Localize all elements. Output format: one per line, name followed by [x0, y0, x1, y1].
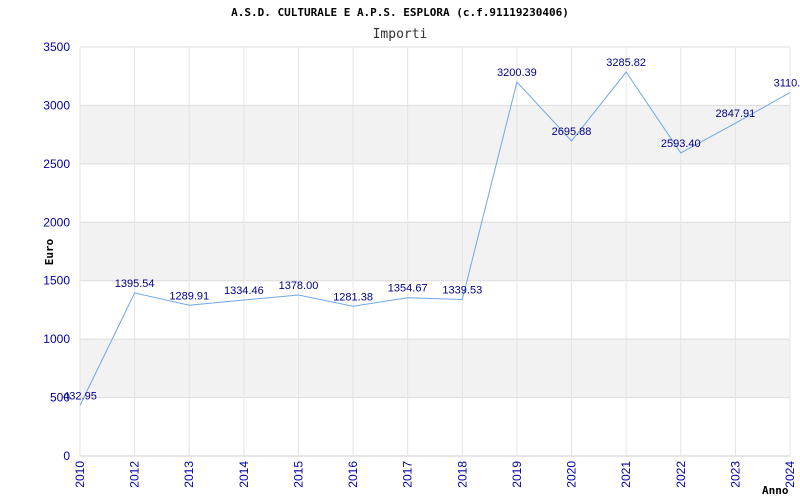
data-label: 2695.88: [552, 126, 592, 138]
data-label: 1395.54: [115, 278, 155, 290]
y-tick-label: 1500: [43, 274, 70, 288]
x-tick-label: 2023: [728, 461, 742, 488]
data-label: 2593.40: [661, 138, 701, 150]
data-label: 1339.53: [442, 284, 482, 296]
x-tick-label: 2022: [674, 461, 688, 488]
chart-subtitle: Importi: [373, 27, 428, 42]
grid-band: [80, 105, 790, 164]
chart-title: A.S.D. CULTURALE E A.P.S. ESPLORA (c.f.9…: [231, 6, 569, 19]
x-axis-label: Anno: [762, 484, 789, 497]
y-tick-label: 3500: [43, 40, 70, 54]
grid-band: [80, 339, 790, 398]
x-tick-label: 2012: [128, 461, 142, 488]
y-tick-label: 1000: [43, 332, 70, 346]
x-tick-label: 2015: [291, 461, 305, 488]
x-tick-label: 2021: [619, 461, 633, 488]
x-tick-label: 2014: [237, 461, 251, 488]
chart: 0500100015002000250030003500 2010 2012 201…: [43, 6, 800, 497]
y-tick-label: 0: [63, 449, 70, 463]
x-tick-label: 2020: [565, 461, 579, 488]
y-axis-label: Euro: [43, 238, 56, 265]
data-label: 3200.39: [497, 67, 537, 79]
y-tick-label: 3000: [43, 98, 70, 112]
data-label: 1378.00: [279, 280, 319, 292]
x-tick-label: 2017: [401, 461, 415, 488]
x-tick-label: 2016: [346, 461, 360, 488]
data-label: 1354.67: [388, 283, 428, 295]
x-tick-label: 2019: [510, 461, 524, 488]
data-label: 2847.91: [716, 108, 756, 120]
x-tick-label: 2018: [455, 461, 469, 488]
data-label: 3110.0: [774, 78, 800, 90]
data-label: 432.95: [63, 390, 97, 402]
x-tick-label: 2013: [182, 461, 196, 488]
grid-band: [80, 222, 790, 281]
y-tick-label: 2500: [43, 157, 70, 171]
data-label: 1289.91: [169, 290, 209, 302]
data-label: 1281.38: [333, 291, 373, 303]
x-tick-label: 2010: [73, 461, 87, 488]
y-tick-label: 2000: [43, 215, 70, 229]
data-label: 3285.82: [606, 57, 646, 69]
data-label: 1334.46: [224, 285, 264, 297]
